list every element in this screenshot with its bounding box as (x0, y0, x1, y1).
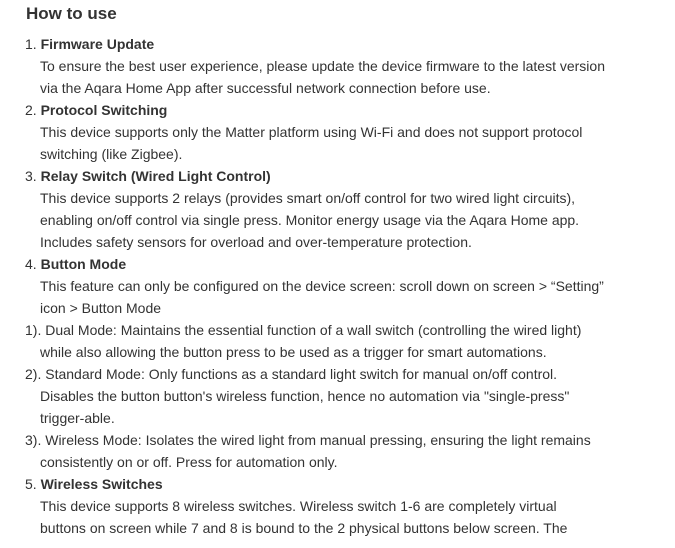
section-number: 2. (25, 102, 37, 118)
section-4-line-2: icon > Button Mode (40, 300, 162, 316)
mode-dual-line-2: while also allowing the button press to … (40, 344, 547, 360)
section-3-line-3: Includes safety sensors for overload and… (40, 234, 472, 250)
section-heading: Protocol Switching (40, 102, 168, 118)
section-number: 4. (25, 256, 37, 272)
section-4-line-1: This feature can only be configured on t… (40, 278, 604, 294)
page-title: How to use (26, 4, 117, 23)
section-3-line-2: enabling on/off control via single press… (40, 212, 580, 228)
section-heading: Relay Switch (Wired Light Control) (40, 168, 271, 184)
section-5-line-1: This device supports 8 wireless switches… (40, 498, 557, 514)
section-number: 1. (25, 36, 37, 52)
section-heading: Wireless Switches (40, 476, 163, 492)
section-1-line-2: via the Aqara Home App after successful … (40, 80, 491, 96)
section-1-header: 1. Firmware Update (25, 34, 154, 54)
mode-standard-line-2: Disables the button button's wireless fu… (40, 388, 570, 404)
section-2-header: 2. Protocol Switching (25, 100, 167, 120)
section-2-line-1: This device supports only the Matter pla… (40, 124, 583, 140)
section-4-header: 4. Button Mode (25, 254, 126, 274)
section-heading: Button Mode (40, 256, 127, 272)
mode-wireless-line-1: 3). Wireless Mode: Isolates the wired li… (25, 432, 591, 448)
section-5-header: 5. Wireless Switches (25, 474, 163, 494)
section-3-header: 3. Relay Switch (Wired Light Control) (25, 166, 271, 186)
section-3-line-1: This device supports 2 relays (provides … (40, 190, 576, 206)
mode-wireless-line-2: consistently on or off. Press for automa… (40, 454, 338, 470)
section-number: 3. (25, 168, 37, 184)
mode-standard-line-3: trigger-able. (40, 410, 115, 426)
section-number: 5. (25, 476, 37, 492)
mode-dual-line-1: 1). Dual Mode: Maintains the essential f… (25, 322, 582, 338)
section-5-line-2: buttons on screen while 7 and 8 is bound… (40, 520, 568, 536)
section-2-line-2: switching (like Zigbee). (40, 146, 183, 162)
section-1-line-1: To ensure the best user experience, plea… (40, 58, 605, 74)
how-to-use-page: How to use 1. Firmware Update To ensure … (0, 0, 675, 548)
section-heading: Firmware Update (40, 36, 155, 52)
mode-standard-line-1: 2). Standard Mode: Only functions as a s… (25, 366, 558, 382)
